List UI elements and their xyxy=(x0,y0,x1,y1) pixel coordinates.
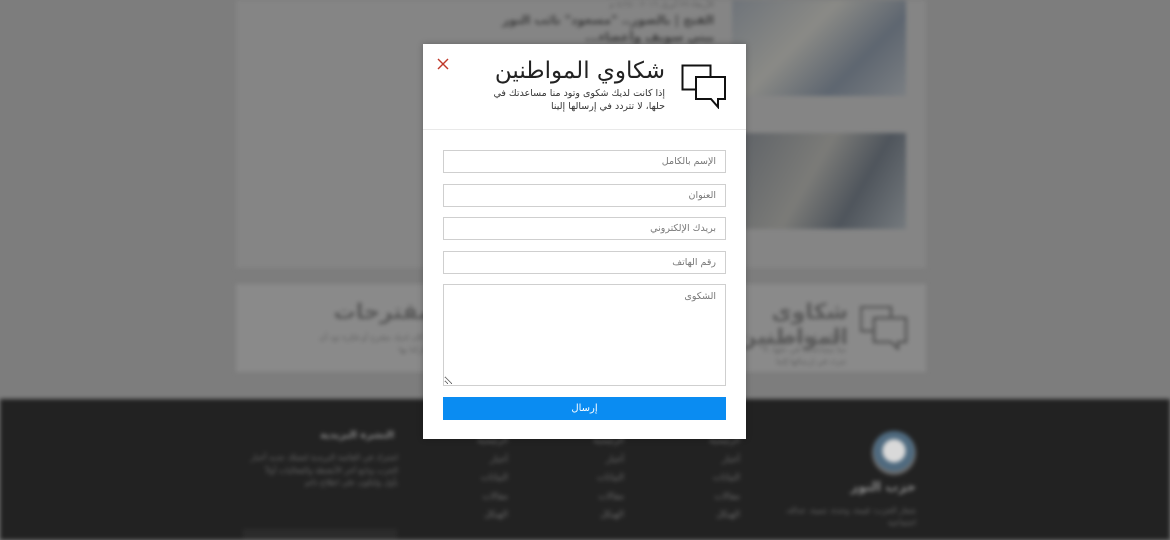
footer-link[interactable]: البيانات xyxy=(590,469,624,488)
modal-header: شكاوي المواطنين إذا كانت لديك شكوى وتود … xyxy=(423,44,746,130)
footer-link[interactable]: أخبار xyxy=(590,451,624,470)
footer-link[interactable]: مقالات xyxy=(590,488,624,507)
news-image xyxy=(732,0,906,96)
footer-links-col-3: الرئيسية أخبار البيانات مقالات الهيكل xyxy=(474,432,508,525)
modal-description: إذا كانت لديك شكوى وتود منا مساعدتك في ح… xyxy=(493,88,665,112)
footer-link[interactable]: البيانات xyxy=(474,469,508,488)
submit-button[interactable]: إرسال xyxy=(443,397,726,420)
newsletter-text: اشترك في القائمة البريدية لتصلك جديد أخب… xyxy=(250,453,398,487)
footer-link[interactable]: الهيكل xyxy=(706,506,740,525)
footer-link[interactable]: أخبار xyxy=(474,451,508,470)
footer-link[interactable]: أخبار xyxy=(706,451,740,470)
address-input[interactable] xyxy=(443,184,726,207)
footer-link[interactable]: الهيكل xyxy=(474,506,508,525)
footer-links-col-1: الرئيسية أخبار البيانات مقالات الهيكل xyxy=(706,432,740,525)
modal-title: شكاوي المواطنين xyxy=(494,58,665,84)
chat-bubbles-icon xyxy=(860,306,908,350)
close-icon[interactable] xyxy=(436,57,450,71)
complaint-modal: شكاوي المواطنين إذا كانت لديك شكوى وتود … xyxy=(423,44,746,439)
complaint-textarea[interactable] xyxy=(443,284,726,386)
party-logo xyxy=(872,431,916,475)
newsletter-title: النشرة البريدية xyxy=(320,430,394,441)
footer-link[interactable]: مقالات xyxy=(706,488,740,507)
footer-link[interactable]: مقالات xyxy=(474,488,508,507)
party-slogan: شعار الحزب: قيمة، وحدة، تنمية، عدالة، اج… xyxy=(785,506,916,527)
full-name-input[interactable] xyxy=(443,150,726,173)
newsletter-input[interactable] xyxy=(243,529,397,540)
footer-link[interactable]: البيانات xyxy=(706,469,740,488)
footer-links-col-2: الرئيسية أخبار البيانات مقالات الهيكل xyxy=(590,432,624,525)
footer-link[interactable]: الهيكل xyxy=(590,506,624,525)
complaints-band-text: إذا كانت لديك شكوى وتود منا مساعدتك في ح… xyxy=(760,333,846,366)
news-title: الفتح | بالصور.. "مسعود" نائب النور ببني… xyxy=(502,13,714,44)
email-input[interactable] xyxy=(443,217,726,240)
phone-input[interactable] xyxy=(443,251,726,274)
news-date: الأربعاء ٢٧ أبريل ٢٠١٦ - ٨:٢٨ م xyxy=(609,0,714,9)
party-name: حزب النور xyxy=(850,480,916,495)
news-image xyxy=(732,133,906,229)
chat-bubbles-icon xyxy=(681,64,726,109)
suggestions-band-text: إذا كان لديك مقترح أو فكرة تود أن تشاركن… xyxy=(319,333,434,354)
